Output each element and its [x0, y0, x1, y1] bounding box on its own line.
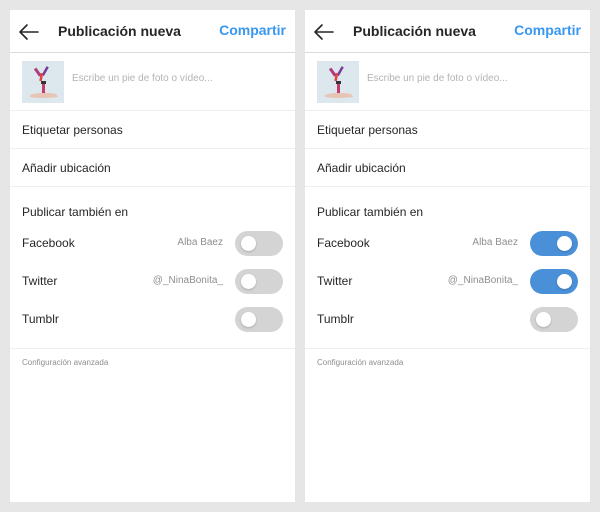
- network-name: Twitter: [317, 274, 353, 288]
- share-button[interactable]: Compartir: [219, 22, 286, 38]
- tumblr-row: Tumblr: [305, 304, 590, 334]
- network-account: @_NinaBonita_: [447, 275, 518, 286]
- advanced-settings-link[interactable]: Configuración avanzada: [22, 358, 108, 367]
- toggle-knob: [241, 274, 256, 289]
- twitter-row: Twitter @_NinaBonita_: [305, 266, 590, 296]
- tag-people-label: Etiquetar personas: [22, 123, 123, 137]
- network-account: Alba Baez: [177, 237, 223, 248]
- network-name: Facebook: [317, 236, 370, 250]
- network-name: Facebook: [22, 236, 75, 250]
- new-post-screen-before: Publicación nueva Compartir Etiquetar pe…: [10, 10, 295, 502]
- share-also-section: Publicar también en Facebook Alba Baez T…: [10, 187, 295, 349]
- toggle-knob: [241, 236, 256, 251]
- tag-people-row[interactable]: Etiquetar personas: [10, 111, 295, 149]
- tumblr-toggle[interactable]: [235, 307, 283, 332]
- network-account: @_NinaBonita_: [152, 275, 223, 286]
- tumblr-toggle[interactable]: [530, 307, 578, 332]
- new-post-screen-after: Publicación nueva Compartir Etiquetar pe…: [305, 10, 590, 502]
- top-bar: Publicación nueva Compartir: [10, 10, 295, 53]
- twitter-toggle[interactable]: [530, 269, 578, 294]
- facebook-row: Facebook Alba Baez: [305, 228, 590, 258]
- facebook-row: Facebook Alba Baez: [10, 228, 295, 258]
- caption-input[interactable]: [367, 73, 582, 84]
- caption-input[interactable]: [72, 73, 287, 84]
- toggle-knob: [536, 312, 551, 327]
- page-title: Publicación nueva: [353, 23, 476, 39]
- caption-row: [305, 53, 590, 111]
- share-also-title: Publicar también en: [317, 205, 424, 219]
- share-also-title: Publicar también en: [22, 205, 129, 219]
- top-bar: Publicación nueva Compartir: [305, 10, 590, 53]
- post-thumbnail: [317, 61, 359, 103]
- tumblr-row: Tumblr: [10, 304, 295, 334]
- facebook-toggle[interactable]: [530, 231, 578, 256]
- add-location-label: Añadir ubicación: [22, 161, 111, 175]
- advanced-settings-link[interactable]: Configuración avanzada: [317, 358, 403, 367]
- page-title: Publicación nueva: [58, 23, 181, 39]
- add-location-row[interactable]: Añadir ubicación: [10, 149, 295, 187]
- toggle-knob: [557, 274, 572, 289]
- network-account: Alba Baez: [472, 237, 518, 248]
- back-arrow-icon[interactable]: [313, 21, 335, 43]
- facebook-toggle[interactable]: [235, 231, 283, 256]
- twitter-row: Twitter @_NinaBonita_: [10, 266, 295, 296]
- post-thumbnail: [22, 61, 64, 103]
- toggle-knob: [557, 236, 572, 251]
- tag-people-label: Etiquetar personas: [317, 123, 418, 137]
- caption-row: [10, 53, 295, 111]
- network-name: Twitter: [22, 274, 58, 288]
- network-name: Tumblr: [317, 312, 354, 326]
- share-also-section: Publicar también en Facebook Alba Baez T…: [305, 187, 590, 349]
- toggle-knob: [241, 312, 256, 327]
- twitter-toggle[interactable]: [235, 269, 283, 294]
- add-location-label: Añadir ubicación: [317, 161, 406, 175]
- add-location-row[interactable]: Añadir ubicación: [305, 149, 590, 187]
- network-name: Tumblr: [22, 312, 59, 326]
- back-arrow-icon[interactable]: [18, 21, 40, 43]
- tag-people-row[interactable]: Etiquetar personas: [305, 111, 590, 149]
- share-button[interactable]: Compartir: [514, 22, 581, 38]
